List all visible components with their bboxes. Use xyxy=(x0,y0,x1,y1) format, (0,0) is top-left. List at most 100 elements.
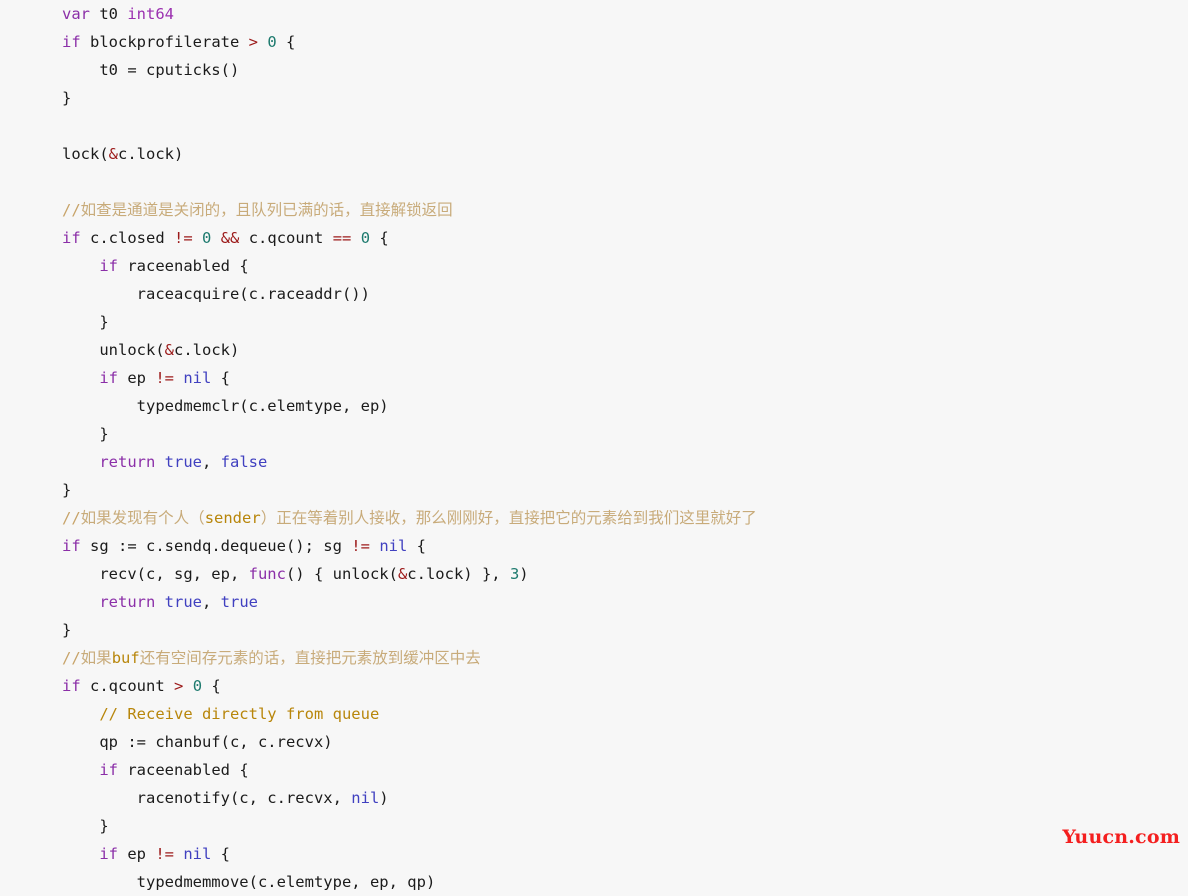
code-line-comment: //如查是通道是关闭的，且队列已满的话，直接解锁返回 xyxy=(62,196,1188,224)
token-comment-latin: sender xyxy=(204,509,261,527)
code-line: typedmemmove(c.elemtype, ep, qp) xyxy=(62,868,1188,896)
token-keyword: if xyxy=(62,33,81,51)
token-constant: nil xyxy=(183,845,212,863)
code-line: racenotify(c, c.recvx, nil) xyxy=(62,784,1188,812)
code-line: var t0 int64 xyxy=(62,0,1188,28)
token-text: recv(c, sg, ep, xyxy=(62,565,249,583)
token-operator: != xyxy=(174,229,193,247)
code-line: } xyxy=(62,812,1188,840)
token-text: c.qcount xyxy=(80,677,174,695)
token-number: 0 xyxy=(267,33,277,51)
token-text: t0 xyxy=(90,5,128,23)
token-operator: != xyxy=(155,845,174,863)
token-operator: != xyxy=(155,369,174,387)
site-watermark: Yuucn.com xyxy=(1062,826,1180,848)
token-text: typedmemmove(c.elemtype, ep, qp) xyxy=(62,873,436,891)
token-keyword: if xyxy=(99,257,118,275)
token-comment-latin: // Receive directly from queue xyxy=(99,705,380,723)
code-line: recv(c, sg, ep, func() { unlock(&c.lock)… xyxy=(62,560,1188,588)
token-number: 3 xyxy=(509,565,520,583)
token-text: , xyxy=(202,593,221,611)
token-text: } xyxy=(62,481,72,499)
code-line: if ep != nil { xyxy=(62,364,1188,392)
token-text: () { unlock( xyxy=(285,565,398,583)
token-number: 0 xyxy=(202,229,212,247)
token-keyword: return xyxy=(99,453,156,471)
code-line: if blockprofilerate > 0 { xyxy=(62,28,1188,56)
token-operator: & xyxy=(108,145,119,163)
token-comment-cjk: 如果 xyxy=(80,649,112,667)
code-line: if c.qcount > 0 { xyxy=(62,672,1188,700)
code-line: return true, false xyxy=(62,448,1188,476)
token-text: ep xyxy=(118,845,156,863)
token-text: } xyxy=(62,313,109,331)
token-text: t0 = cputicks() xyxy=(62,61,240,79)
code-viewport: var t0 int64 if blockprofilerate > 0 { t… xyxy=(0,0,1188,894)
code-line-comment: //如果buf还有空间存元素的话，直接把元素放到缓冲区中去 xyxy=(62,644,1188,672)
token-constant: nil xyxy=(379,537,408,555)
token-comment-slashes: // xyxy=(62,509,81,527)
code-line: if sg := c.sendq.dequeue(); sg != nil { xyxy=(62,532,1188,560)
token-text: sg := c.sendq.dequeue(); sg xyxy=(80,537,352,555)
code-line: lock(&c.lock) xyxy=(62,140,1188,168)
code-line: } xyxy=(62,476,1188,504)
token-text: ) xyxy=(519,565,529,583)
token-type: int64 xyxy=(127,5,174,23)
token-text: { xyxy=(276,33,296,51)
code-line: if c.closed != 0 && c.qcount == 0 { xyxy=(62,224,1188,252)
token-text: } xyxy=(62,89,72,107)
token-comment-cjk: 如查是通道是关闭的，且队列已满的话，直接解锁返回 xyxy=(80,201,453,219)
token-text: lock( xyxy=(62,145,109,163)
token-comment-latin: buf xyxy=(111,649,140,667)
token-text: { xyxy=(370,229,389,247)
code-line: } xyxy=(62,308,1188,336)
token-text: { xyxy=(407,537,426,555)
token-operator: == xyxy=(332,229,352,247)
token-text: , xyxy=(202,453,221,471)
token-keyword: var xyxy=(62,5,90,23)
token-text: c.lock) xyxy=(174,341,240,359)
code-line: if raceenabled { xyxy=(62,252,1188,280)
code-line: if raceenabled { xyxy=(62,756,1188,784)
token-text: c.qcount xyxy=(239,229,333,247)
token-comment-cjk: 如果发现有个人（ xyxy=(80,509,205,527)
token-text: } xyxy=(62,817,109,835)
token-text: { xyxy=(211,369,231,387)
token-number: 0 xyxy=(192,677,203,695)
code-line: unlock(&c.lock) xyxy=(62,336,1188,364)
token-operator: & xyxy=(164,341,174,359)
token-text: racenotify(c, c.recvx, xyxy=(62,789,352,807)
token-operator: != xyxy=(351,537,370,555)
code-line: return true, true xyxy=(62,588,1188,616)
token-constant: true xyxy=(220,593,258,611)
code-block: var t0 int64 if blockprofilerate > 0 { t… xyxy=(0,0,1188,896)
token-text: { xyxy=(211,845,231,863)
token-operator: > xyxy=(174,677,184,695)
token-text: ep xyxy=(118,369,156,387)
code-line: } xyxy=(62,616,1188,644)
token-keyword: if xyxy=(99,761,118,779)
token-keyword: if xyxy=(62,537,81,555)
token-comment-cjk: ）正在等着别人接收，那么刚刚好，直接把它的元素给到我们这里就好了 xyxy=(260,509,757,527)
token-text: raceenabled { xyxy=(118,761,249,779)
token-constant: true xyxy=(164,453,202,471)
token-text: c.closed xyxy=(80,229,174,247)
token-text: c.lock) }, xyxy=(407,565,510,583)
token-operator: & xyxy=(397,565,408,583)
token-keyword: func xyxy=(248,565,286,583)
token-text: qp := chanbuf(c, c.recvx) xyxy=(62,733,333,751)
